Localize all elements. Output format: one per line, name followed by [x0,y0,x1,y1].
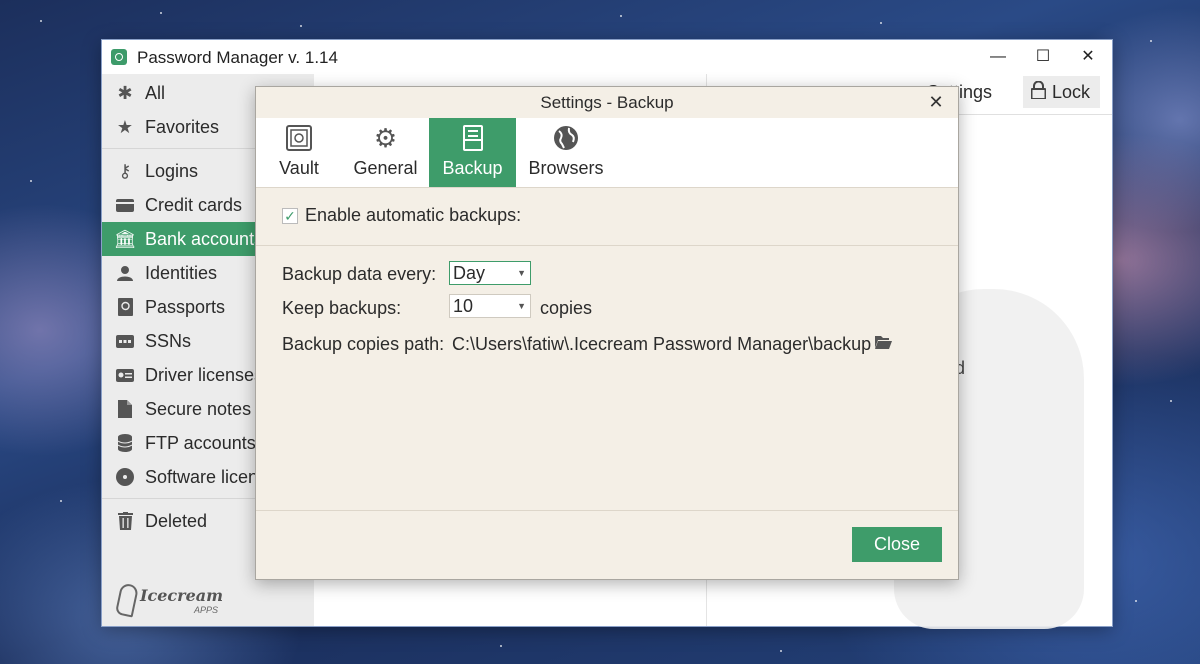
sidebar-item-label: Secure notes [145,398,252,419]
cone-icon [114,582,140,618]
sidebar-item-label: SSNs [145,330,192,351]
enable-backups-label: Enable automatic backups: [305,205,522,225]
star [780,650,782,652]
tab-label: Vault [279,158,319,178]
tab-label: General [353,158,418,178]
logo-text: Icecream [140,586,224,605]
backup-every-select[interactable]: Day ▼ [449,261,531,285]
titlebar: Password Manager v. 1.14 — ☐ ✕ [102,40,1112,74]
backup-every-label: Backup data every: [282,264,437,284]
maximize-button[interactable]: ☐ [1023,44,1063,70]
enable-backups-row[interactable]: ✓ Enable automatic backups: [282,205,521,226]
star [160,12,162,14]
close-button[interactable]: Close [852,527,942,562]
gear-icon: ⚙ [373,122,398,153]
settings-dialog: Settings - Backup ✕ Vault ⚙ General Back… [255,86,959,580]
disc-icon [114,467,136,487]
keep-backups-value: 10 [453,296,474,316]
tab-browsers[interactable]: Browsers [516,118,616,187]
chevron-down-icon: ▼ [517,301,526,311]
app-icon [111,49,127,65]
trash-icon [114,511,136,531]
path-value: C:\Users\fatiw\.Icecream Password Manage… [452,334,872,354]
person-icon [114,263,136,283]
sidebar-item-label: Driver licenses [145,364,264,385]
lock-button[interactable]: Lock [1023,76,1101,108]
sidebar-item-label: Software licen [145,466,259,487]
tabs-divider [256,187,958,188]
vault-icon [286,118,312,158]
bank-icon: 🏛 [113,228,137,249]
sidebar-item-label: All [145,82,166,103]
database-icon [114,433,136,453]
window-title: Password Manager v. 1.14 [137,48,338,67]
sidebar-item-label: Credit cards [145,194,243,215]
star [880,22,882,24]
chevron-down-icon: ▼ [517,268,526,278]
lock-label: Lock [1052,81,1091,102]
ssn-card-icon [114,331,136,351]
star [1170,400,1172,402]
star [620,15,622,17]
credit-card-icon [114,195,136,215]
icecream-apps-logo: Icecream APPS [114,580,236,620]
sidebar-item-label: FTP accounts [145,432,256,453]
key-icon: ⚷ [118,160,132,181]
star [300,25,302,27]
section-divider [256,245,958,246]
note-icon [114,399,136,419]
dialog-close-icon[interactable]: ✕ [926,91,946,113]
star [60,500,62,502]
logo-subtext: APPS [194,605,219,615]
sidebar-item-label: Identities [145,262,218,283]
folder-open-icon[interactable] [875,335,892,349]
id-card-icon [114,365,136,385]
minimize-button[interactable]: — [978,44,1018,70]
tab-general[interactable]: ⚙ General [342,118,429,187]
asterisk-icon: ✱ [117,82,133,103]
star [30,180,32,182]
star [1150,40,1152,42]
footer-divider [256,510,958,511]
settings-tabs: Vault ⚙ General Backup Browsers [256,118,958,187]
keep-backups-label: Keep backups: [282,298,402,318]
sidebar-item-label: Logins [145,160,199,181]
tab-vault[interactable]: Vault [256,118,342,187]
tab-backup[interactable]: Backup [429,118,516,187]
star [1135,600,1137,602]
copies-label: copies [540,298,593,318]
dialog-title: Settings - Backup [540,93,674,112]
tab-label: Backup [442,158,503,178]
sidebar-item-label: Passports [145,296,226,317]
path-label: Backup copies path: [282,334,445,354]
star-icon: ★ [116,116,134,137]
globe-icon [553,118,579,158]
close-window-button[interactable]: ✕ [1068,44,1108,70]
keep-backups-select[interactable]: 10 ▼ [449,294,531,318]
backup-icon [462,118,483,158]
tab-label: Browsers [528,158,604,178]
sidebar-item-label: Deleted [145,510,208,531]
star [500,645,502,647]
backup-every-value: Day [453,263,486,283]
star [40,20,42,22]
lock-icon [1030,80,1047,104]
enable-backups-checkbox[interactable]: ✓ [282,207,298,224]
sidebar-item-label: Bank accounts [145,228,264,249]
sidebar-item-label: Favorites [145,116,220,137]
passport-icon [114,297,136,317]
